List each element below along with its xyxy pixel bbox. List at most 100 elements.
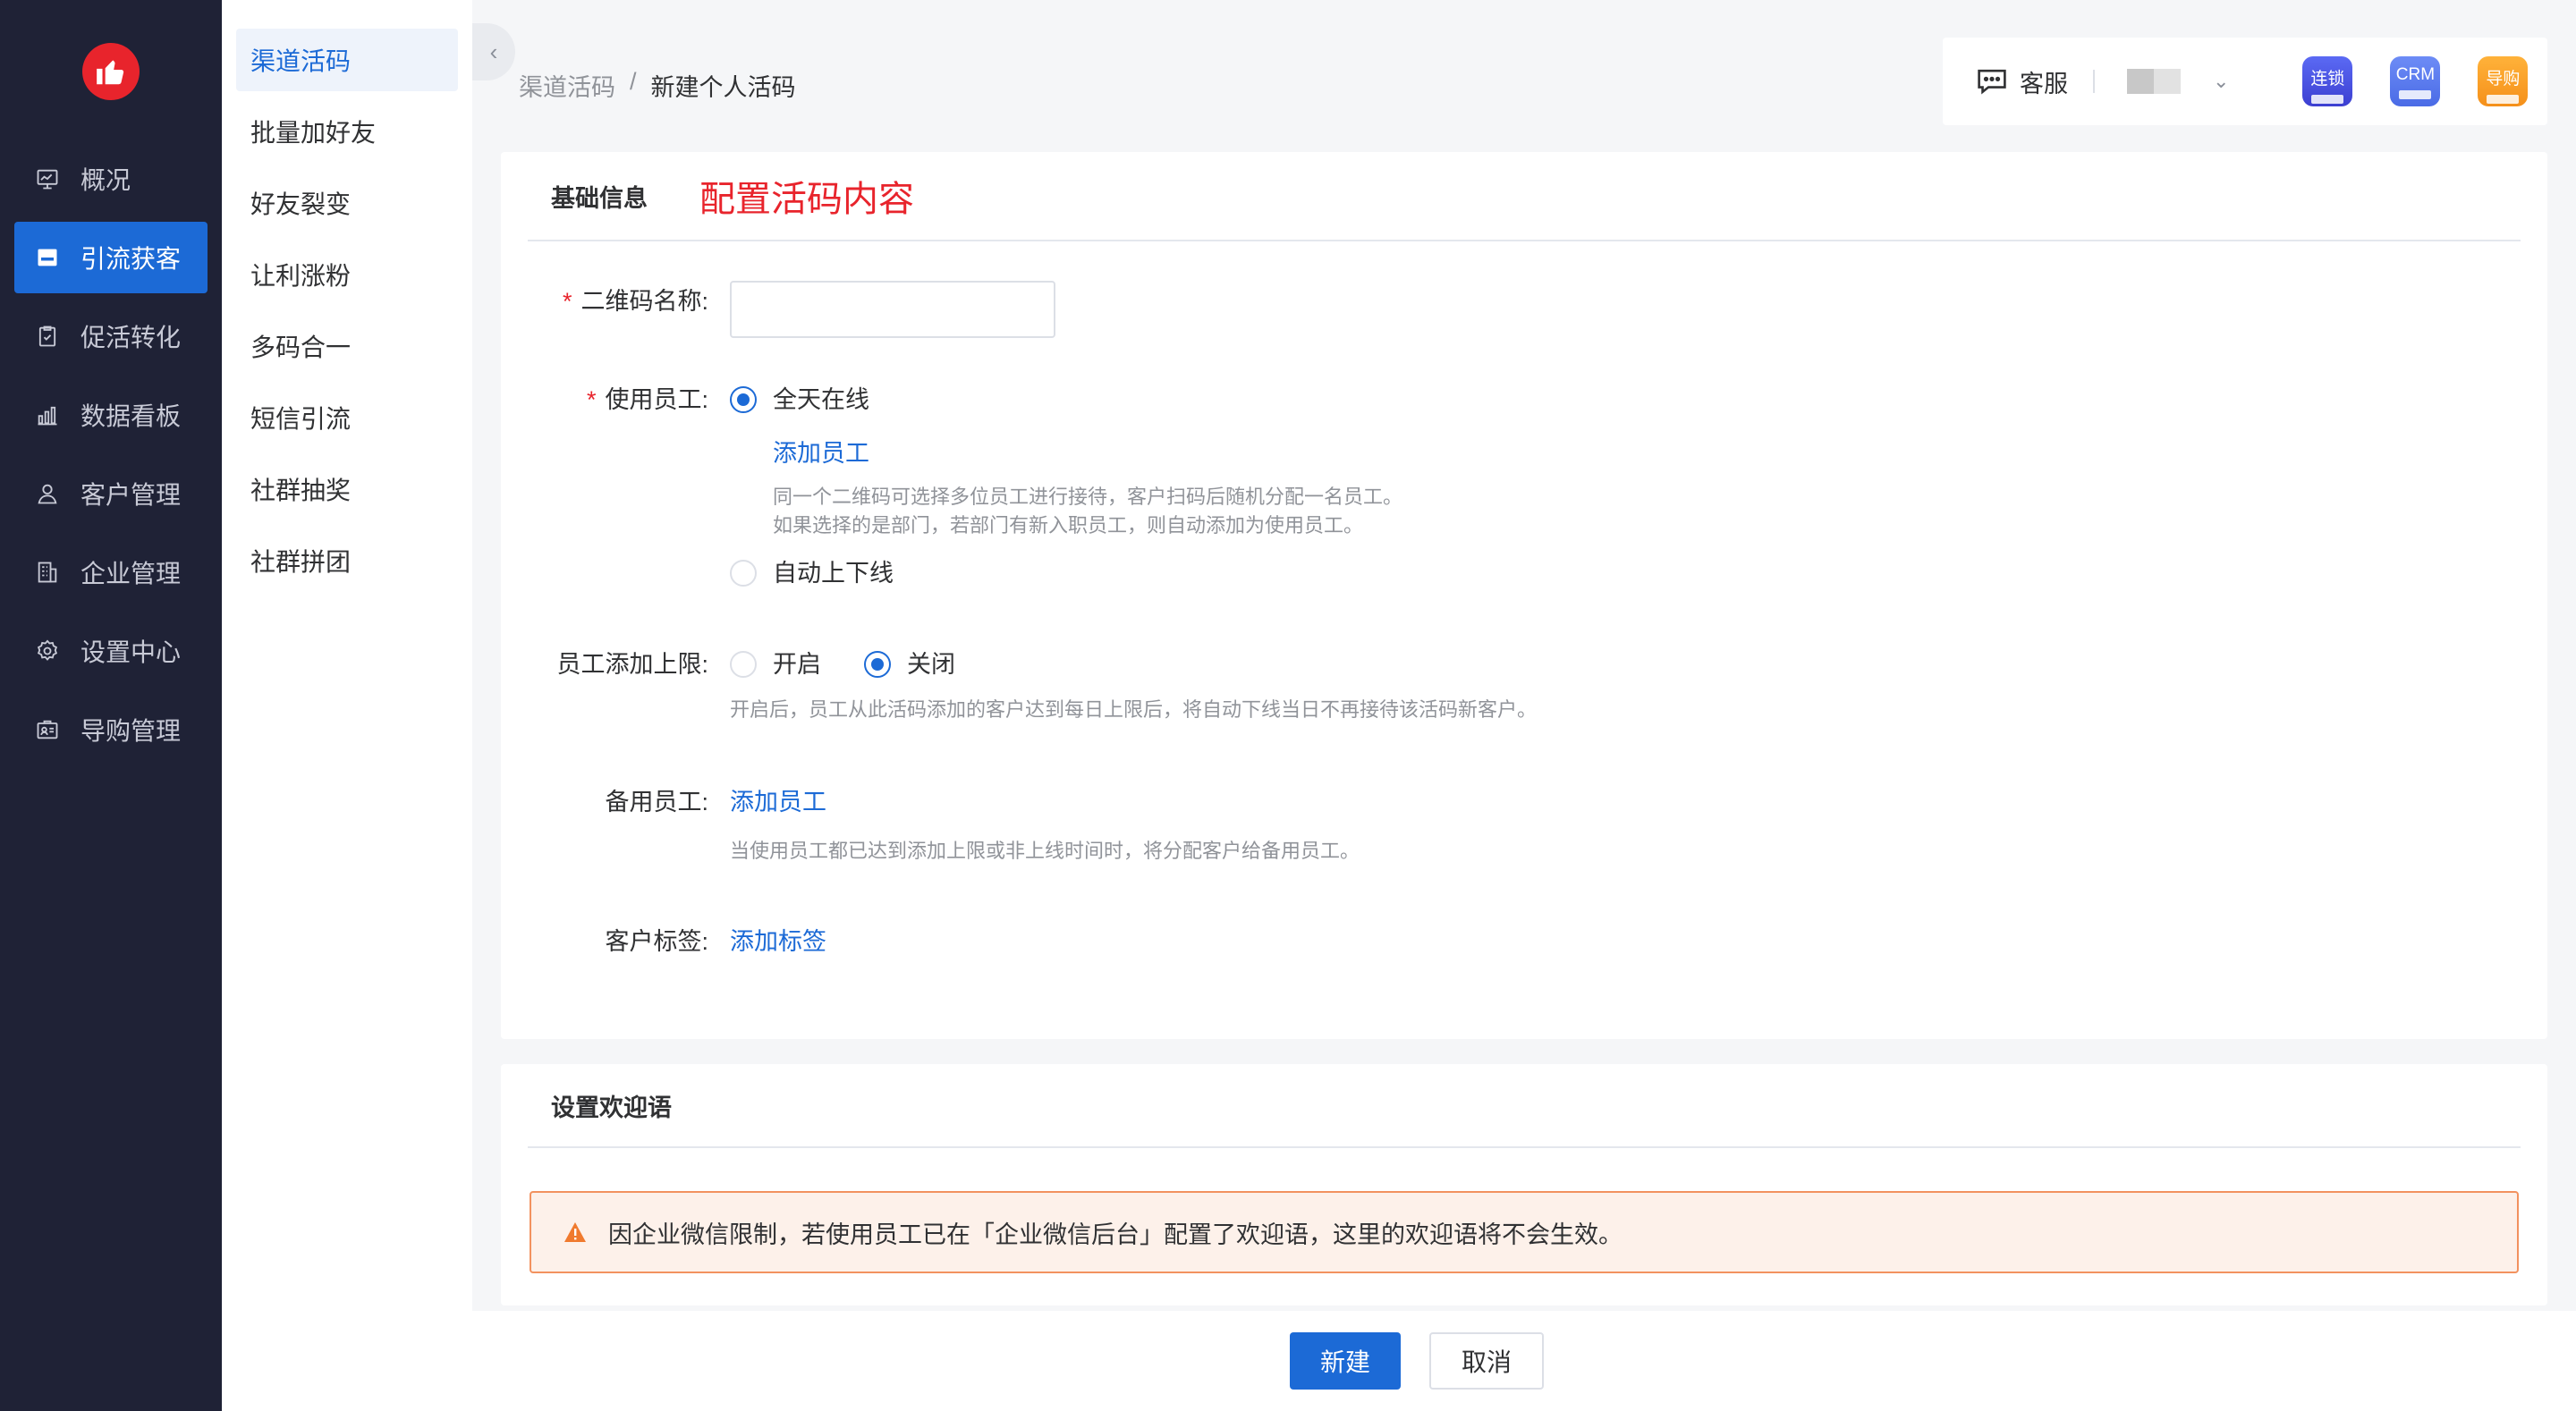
app-chain-store[interactable]: 连锁 <box>2302 56 2353 106</box>
nav-label: 促活转化 <box>80 324 182 351</box>
gear-icon <box>34 638 61 664</box>
warning-alert: 因企业微信限制，若使用员工已在「企业微信后台」配置了欢迎语，这里的欢迎语将不会生… <box>530 1191 2519 1273</box>
chevron-left-icon: ‹ <box>489 38 498 65</box>
submenu-item-multi-code[interactable]: 多码合一 <box>236 315 458 377</box>
nav-item-customers[interactable]: 客户管理 <box>14 458 208 529</box>
backup-hint: 当使用员工都已达到添加上限或非上线时间时，将分配客户给备用员工。 <box>730 840 1360 862</box>
nav-label: 概况 <box>80 166 131 194</box>
submenu-item-group-buy[interactable]: 社群拼团 <box>236 529 458 592</box>
limit-hint: 开启后，员工从此活码添加的客户达到每日上限后，将自动下线当日不再接待该活码新客户… <box>730 698 1538 721</box>
limit-options: 开启 关闭 开启后，员工从此活码添加的客户达到每日上限后，将自动下线当日不再接待… <box>730 644 1537 724</box>
id-card-icon <box>34 716 61 743</box>
nav-item-dashboard[interactable]: 数据看板 <box>14 379 208 451</box>
nav-item-conversion[interactable]: 促活转化 <box>14 300 208 372</box>
add-staff-link[interactable]: 添加员工 <box>773 433 1402 474</box>
chevron-down-icon: ⌄ <box>2213 70 2230 92</box>
guide-icon <box>2487 95 2520 104</box>
nav-item-overview[interactable]: 概况 <box>14 143 208 215</box>
nav-item-enterprise[interactable]: 企业管理 <box>14 537 208 608</box>
app-switcher: 连锁 CRM 导购 <box>2302 56 2529 106</box>
section-title: 基础信息 <box>551 184 648 212</box>
backup-label: 备用员工: <box>605 789 708 815</box>
submenu-item-batch-add-friends[interactable]: 批量加好友 <box>236 100 458 163</box>
avatar <box>2127 69 2181 94</box>
breadcrumb: 渠道活码 / 新建个人活码 <box>519 68 796 103</box>
warning-text: 因企业微信限制，若使用员工已在「企业微信后台」配置了欢迎语，这里的欢迎语将不会生… <box>608 1221 1623 1248</box>
app-label: 连锁 <box>2310 70 2345 89</box>
nav-label: 客户管理 <box>80 481 182 509</box>
nav-label: 导购管理 <box>80 717 182 745</box>
bar-chart-icon <box>34 401 61 428</box>
app-guide[interactable]: 导购 <box>2478 56 2529 106</box>
divider <box>2093 70 2095 93</box>
breadcrumb-parent[interactable]: 渠道活码 <box>519 68 615 103</box>
crm-icon <box>2399 90 2432 99</box>
radio-auto-online-offline[interactable]: 自动上下线 <box>730 553 894 594</box>
thumbs-up-logo-icon[interactable] <box>82 43 140 100</box>
breadcrumb-current: 新建个人活码 <box>650 74 796 101</box>
submenu-item-group-lottery[interactable]: 社群抽奖 <box>236 458 458 520</box>
app-label: CRM <box>2395 65 2436 84</box>
basic-info-card: 基础信息 配置活码内容 * 二维码名称: * 使用员工: 全天在线 添加员工 同一个… <box>501 152 2547 1039</box>
card-header: 基础信息 配置活码内容 <box>528 152 2521 241</box>
breadcrumb-separator: / <box>630 68 637 95</box>
limit-label: 员工添加上限: <box>556 651 708 678</box>
add-backup-staff-link[interactable]: 添加员工 <box>730 782 1360 823</box>
nav-item-guides[interactable]: 导购管理 <box>14 694 208 765</box>
collapse-menu-button[interactable]: ‹ <box>472 23 515 80</box>
radio-limit-on[interactable]: 开启 <box>730 644 821 685</box>
radio-unchecked-icon <box>730 560 757 587</box>
app-crm[interactable]: CRM <box>2390 56 2441 106</box>
nav-label: 数据看板 <box>80 402 182 430</box>
main-nav: 概况 引流获客 促活转化 数据看板 客户管理 企业管理 设置中心 导购管理 <box>0 143 222 773</box>
chain-store-icon <box>2311 95 2344 104</box>
sub-menu: 渠道活码 批量加好友 好友裂变 让利涨粉 多码合一 短信引流 社群抽奖 社群拼团 <box>222 0 472 1411</box>
app-label: 导购 <box>2486 70 2521 89</box>
nav-item-settings[interactable]: 设置中心 <box>14 615 208 687</box>
radio-unchecked-icon <box>730 651 757 678</box>
top-toolbar: 客服 ⌄ 连锁 CRM 导购 <box>1943 38 2547 125</box>
user-icon <box>34 480 61 507</box>
submenu-item-sms[interactable]: 短信引流 <box>236 386 458 449</box>
tag-label: 客户标签: <box>605 928 708 955</box>
nav-label: 企业管理 <box>80 560 182 587</box>
main-sidebar: 概况 引流获客 促活转化 数据看板 客户管理 企业管理 设置中心 导购管理 <box>0 0 222 1411</box>
form-row-qr-name: * 二维码名称: <box>501 281 1055 338</box>
form-row-staff-limit: 员工添加上限: 开启 关闭 开启后，员工从此活码添加的客户达到每日上限后，将自动… <box>501 644 1537 724</box>
submenu-item-discount-growth[interactable]: 让利涨粉 <box>236 243 458 306</box>
form-row-backup-staff: 备用员工: 添加员工 当使用员工都已达到添加上限或非上线时间时，将分配客户给备用… <box>501 782 1360 866</box>
warning-triangle-icon <box>564 1222 586 1242</box>
radio-checked-icon <box>730 386 757 413</box>
staff-hint-1: 同一个二维码可选择多位员工进行接待，客户扫码后随机分配一名员工。 <box>773 486 1403 508</box>
nav-item-acquisition[interactable]: 引流获客 <box>14 222 208 293</box>
nav-label: 引流获客 <box>80 245 182 273</box>
radio-all-day-online[interactable]: 全天在线 <box>730 379 869 420</box>
card-header: 设置欢迎语 <box>528 1064 2521 1148</box>
staff-hint-2: 如果选择的是部门，若部门有新入职员工，则自动添加为使用员工。 <box>773 514 1364 537</box>
clipboard-icon <box>34 323 61 350</box>
welcome-message-card: 设置欢迎语 因企业微信限制，若使用员工已在「企业微信后台」配置了欢迎语，这里的欢… <box>501 1064 2547 1305</box>
qr-name-input[interactable] <box>730 281 1055 338</box>
submenu-item-friend-fission[interactable]: 好友裂变 <box>236 172 458 234</box>
customer-service-button[interactable]: 客服 <box>1977 64 2068 99</box>
add-tag-link[interactable]: 添加标签 <box>730 921 826 962</box>
submenu-item-channel-code[interactable]: 渠道活码 <box>236 29 458 91</box>
qr-name-label: * 二维码名称: <box>562 288 708 315</box>
staff-options: 全天在线 添加员工 同一个二维码可选择多位员工进行接待，客户扫码后随机分配一名员… <box>730 379 1402 594</box>
building-icon <box>34 559 61 586</box>
service-label: 客服 <box>2020 70 2068 97</box>
section-title: 设置欢迎语 <box>551 1094 672 1121</box>
staff-label: * 使用员工: <box>586 386 708 413</box>
user-account-dropdown[interactable]: ⌄ <box>2127 69 2229 94</box>
create-button[interactable]: 新建 <box>1289 1332 1401 1390</box>
annotation-text: 配置活码内容 <box>699 180 914 219</box>
store-icon <box>34 244 61 271</box>
cancel-button[interactable]: 取消 <box>1429 1332 1545 1390</box>
form-row-staff: * 使用员工: 全天在线 添加员工 同一个二维码可选择多位员工进行接待，客户扫码后… <box>501 379 1402 594</box>
monitor-chart-icon <box>34 165 61 192</box>
form-row-customer-tag: 客户标签: 添加标签 <box>501 921 826 962</box>
footer-actions: 新建 取消 <box>222 1311 2576 1411</box>
chat-bubble-icon <box>1978 69 2006 95</box>
radio-checked-icon <box>864 651 891 678</box>
radio-limit-off[interactable]: 关闭 <box>864 644 955 685</box>
